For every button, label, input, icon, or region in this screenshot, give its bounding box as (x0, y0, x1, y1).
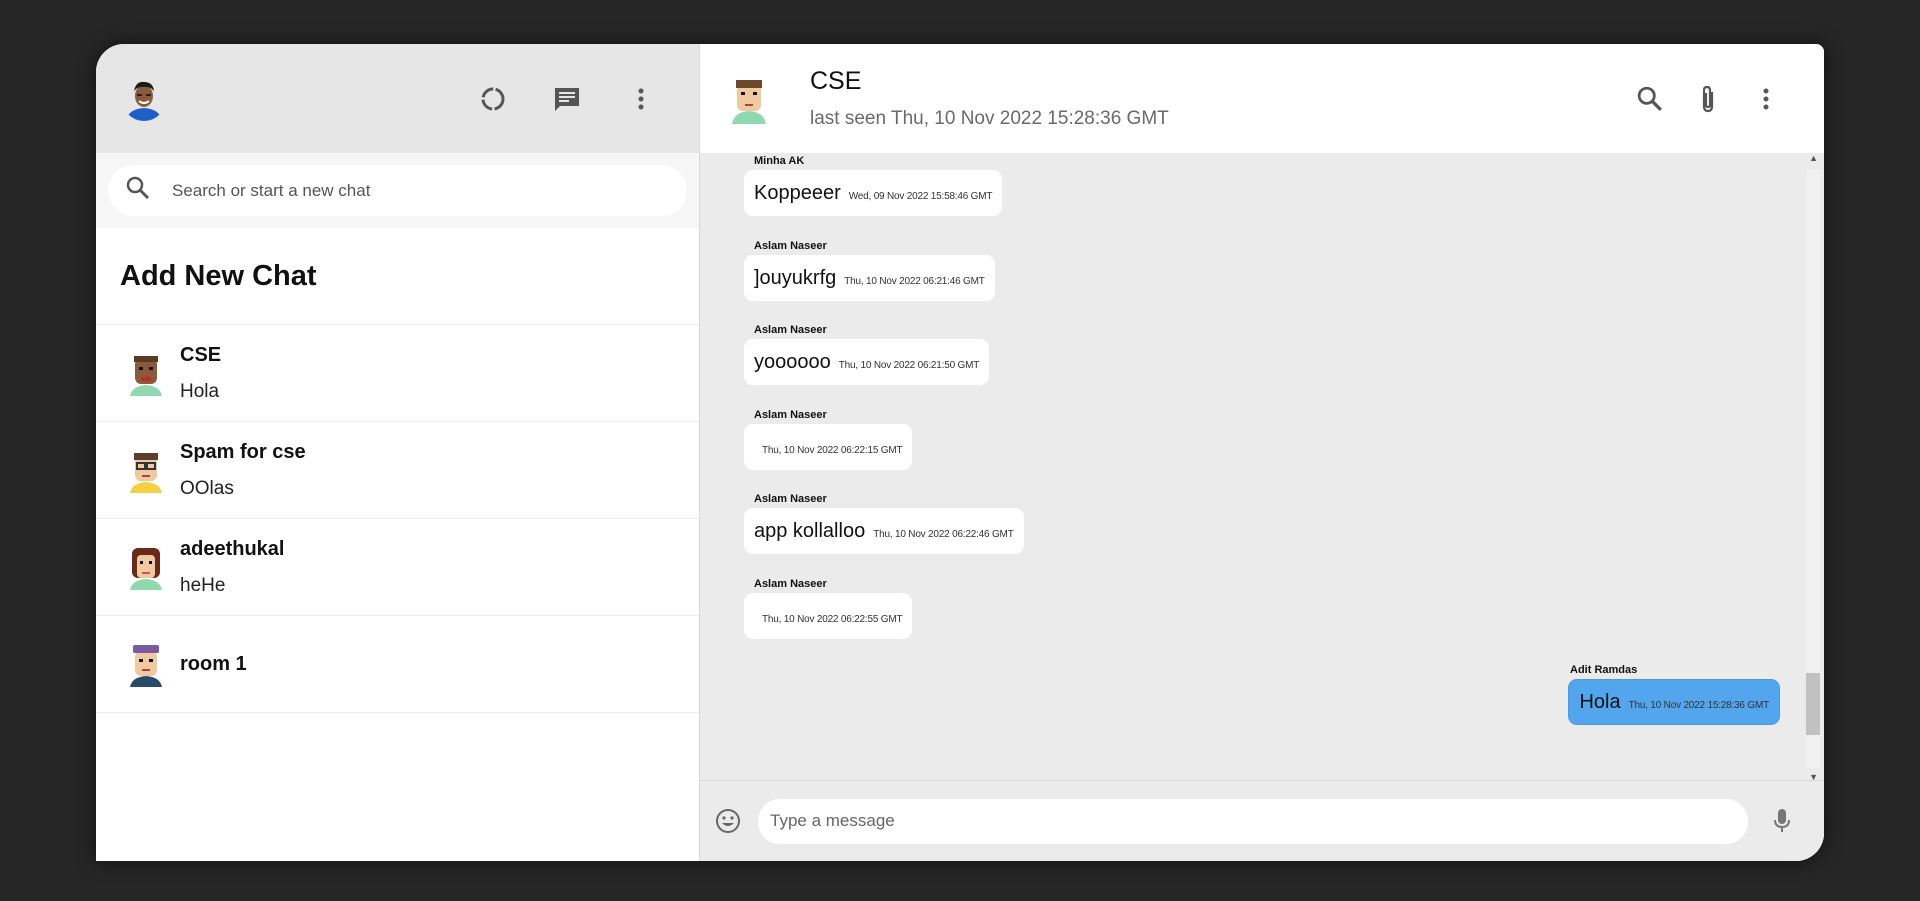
chat-avatar (126, 641, 166, 687)
message-text: ]ouyukrfg (754, 266, 837, 289)
message-bubble: Koppeeer Wed, 09 Nov 2022 15:58:46 GMT (744, 170, 1003, 216)
message: Aslam Naseer yoooooo Thu, 10 Nov 2022 06… (744, 322, 1780, 407)
message-time: Wed, 09 Nov 2022 15:58:46 GMT (848, 190, 993, 202)
message-bubble: app kollalloo Thu, 10 Nov 2022 06:22:46 … (744, 508, 1024, 554)
message-bubble: yoooooo Thu, 10 Nov 2022 06:21:50 GMT (744, 339, 990, 385)
message: Aslam Naseer Thu, 10 Nov 2022 06:22:55 G… (744, 576, 1780, 660)
chat-list-item[interactable]: room 1 (96, 616, 699, 713)
sidebar-header (96, 44, 699, 153)
search-icon (126, 176, 150, 205)
new-chat-icon[interactable] (553, 85, 581, 113)
scroll-up-arrow-icon[interactable]: ▲ (1809, 153, 1818, 163)
message-time: Thu, 10 Nov 2022 15:28:36 GMT (1628, 699, 1770, 711)
message-sender: Aslam Naseer (754, 578, 827, 590)
message-sender: Adit Ramdas (1570, 664, 1638, 676)
message-bubble: ]ouyukrfg Thu, 10 Nov 2022 06:21:46 GMT (744, 255, 995, 301)
message-text: Koppeeer (754, 181, 841, 204)
message-bubble: Thu, 10 Nov 2022 06:22:15 GMT (744, 424, 913, 470)
search-bar (96, 153, 699, 228)
message-sender: Aslam Naseer (754, 409, 827, 421)
user-avatar[interactable] (122, 76, 166, 121)
status-icon[interactable] (479, 85, 507, 113)
message-time: Thu, 10 Nov 2022 06:21:50 GMT (838, 359, 980, 371)
search-icon[interactable] (1636, 85, 1664, 113)
scrollbar[interactable]: ▲ ▼ (1806, 153, 1824, 780)
menu-icon[interactable] (627, 85, 655, 113)
chat-pane: CSE last seen Thu, 10 Nov 2022 15:28:36 … (700, 44, 1824, 861)
chat-name: CSE (180, 343, 222, 366)
attach-icon[interactable] (1694, 85, 1722, 113)
search-input[interactable] (170, 179, 669, 202)
message-bubble: Hola Thu, 10 Nov 2022 15:28:36 GMT (1568, 679, 1780, 725)
menu-icon[interactable] (1752, 85, 1780, 113)
message-sender: Aslam Naseer (754, 493, 827, 505)
chat-last-message: OOlas (180, 477, 234, 499)
chat-list-item[interactable]: adeethukal heHe (96, 519, 699, 616)
chat-name: adeethukal (180, 537, 285, 560)
message-sender: Minha AK (754, 155, 805, 167)
chat-last-message: Hola (180, 380, 220, 402)
message-time: Thu, 10 Nov 2022 06:22:15 GMT (762, 444, 903, 456)
add-new-chat-button[interactable]: Add New Chat (96, 228, 699, 325)
message-list[interactable]: Minha AK Koppeeer Wed, 09 Nov 2022 15:58… (700, 153, 1824, 780)
message-bubble: Thu, 10 Nov 2022 06:22:55 GMT (744, 593, 913, 639)
chat-avatar (126, 350, 166, 396)
chat-list-item[interactable]: Spam for cse OOlas (96, 422, 699, 519)
chat-name: room 1 (180, 652, 247, 675)
mic-icon[interactable] (1768, 807, 1796, 835)
contact-name: CSE (810, 67, 862, 95)
message-sender: Aslam Naseer (754, 324, 827, 336)
search-box (108, 165, 687, 216)
message-time: Thu, 10 Nov 2022 06:22:55 GMT (762, 613, 903, 625)
own-message: Adit Ramdas Hola Thu, 10 Nov 2022 15:28:… (744, 660, 1780, 745)
chat-name: Spam for cse (180, 440, 306, 463)
message: Aslam Naseer Thu, 10 Nov 2022 06:22:15 G… (744, 407, 1780, 491)
sidebar: Add New Chat CSE Hola (96, 44, 700, 861)
message: Aslam Naseer app kollalloo Thu, 10 Nov 2… (744, 491, 1780, 576)
message-input[interactable] (758, 798, 1748, 844)
message-composer (700, 780, 1824, 861)
message-text: yoooooo (754, 350, 831, 373)
contact-avatar[interactable] (728, 74, 770, 124)
message-time: Thu, 10 Nov 2022 06:22:46 GMT (873, 528, 1014, 540)
chat-avatar (126, 447, 166, 493)
message: Minha AK Koppeeer Wed, 09 Nov 2022 15:58… (744, 153, 1780, 238)
chat-last-message: heHe (180, 574, 226, 596)
chat-list-item[interactable]: CSE Hola (96, 325, 699, 422)
scrollbar-thumb[interactable] (1806, 673, 1820, 735)
message-time: Thu, 10 Nov 2022 06:21:46 GMT (844, 275, 985, 287)
chat-header: CSE last seen Thu, 10 Nov 2022 15:28:36 … (700, 44, 1824, 153)
message: Aslam Naseer ]ouyukrfg Thu, 10 Nov 2022 … (744, 238, 1780, 322)
emoji-icon[interactable] (714, 807, 742, 835)
last-seen-status: last seen Thu, 10 Nov 2022 15:28:36 GMT (810, 108, 1169, 129)
message-sender: Aslam Naseer (754, 240, 827, 252)
scroll-down-arrow-icon[interactable]: ▼ (1809, 772, 1818, 780)
chat-avatar (126, 544, 166, 590)
message-text: app kollalloo (754, 519, 866, 542)
message-text: Hola (1579, 690, 1621, 713)
chat-app-window: Add New Chat CSE Hola (96, 44, 1824, 861)
